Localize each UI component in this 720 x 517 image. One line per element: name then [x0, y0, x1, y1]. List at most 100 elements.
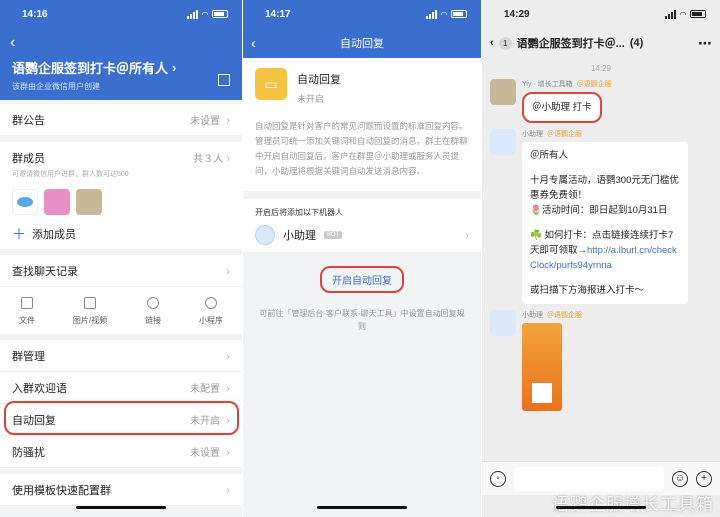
poster-image[interactable]: [522, 323, 562, 411]
chat-screen: 14:29 ◠ ‹ 1 语鹦企服签到打卡＠... (4) ⋯ 14:29 Yiy…: [482, 0, 720, 517]
robot-avatar[interactable]: [490, 129, 516, 155]
wifi-icon: ◠: [440, 9, 447, 19]
chat-header: ‹ 1 语鹦企服签到打卡＠... (4) ⋯: [482, 28, 720, 58]
home-indicator: [76, 506, 166, 509]
tool-file[interactable]: 文件: [19, 297, 35, 326]
back-icon[interactable]: ‹: [10, 34, 15, 52]
announcement-row[interactable]: 群公告 未设置 ›: [0, 104, 242, 136]
chat-title: 语鹦企服签到打卡＠...: [516, 38, 625, 50]
members-section: 群成员 共３人 › 可邀请微信用户进群，群人数可达500 ＋添加成员: [0, 142, 242, 249]
more-icon[interactable]: ⋯: [698, 35, 712, 52]
status-bar: 14:16 ◠: [0, 0, 242, 28]
signal-icon: [664, 9, 676, 19]
avatar[interactable]: [44, 189, 70, 215]
status-icons: ◠: [425, 9, 467, 19]
message-time: 14:29: [590, 64, 612, 73]
plus-icon: ＋: [12, 226, 26, 242]
status-bar: 14:17 ◠: [243, 0, 481, 28]
tool-miniprogram[interactable]: 小程序: [199, 297, 223, 326]
sender-org: ＠语鹦企服: [547, 131, 582, 138]
battery-icon: [212, 10, 228, 18]
battery-icon: [690, 10, 706, 18]
signal-icon: [186, 9, 198, 19]
nav-bar: ‹ 自动回复: [243, 28, 481, 58]
image-icon: [84, 297, 97, 309]
add-member-button[interactable]: ＋添加成员: [0, 219, 242, 249]
auto-reply-screen: 14:17 ◠ ‹ 自动回复 ▭ 自动回复 未开启 自动回复是针对客户的常见问题…: [243, 0, 481, 517]
folder-icon: [20, 297, 33, 309]
watermark: 语鹦企服增长工具箱: [552, 495, 714, 514]
group-creator-note: 该群由企业微信用户创建: [12, 82, 100, 91]
status-bar: 14:29 ◠: [482, 0, 720, 28]
group-settings-screen: 14:16 ◠ ‹ 语鹦企服签到打卡＠所有人 › 该群由企业微信用户创建 群公告 …: [0, 0, 242, 517]
message: 小助理 ＠语鹦企服 ＠所有人 十月专属活动，语鹦300元无门槛优惠券免费领！ 🌷活…: [482, 129, 720, 304]
tool-media[interactable]: 图片/视频: [73, 297, 107, 326]
message: 小助理 ＠语鹦企服: [482, 310, 720, 411]
welcome-message-row[interactable]: 入群欢迎语 未配置 ›: [0, 372, 242, 404]
signal-icon: [425, 9, 437, 19]
home-indicator: [556, 506, 646, 509]
group-header: 14:16 ◠ ‹ 语鹦企服签到打卡＠所有人 › 该群由企业微信用户创建: [0, 0, 242, 100]
chevron-right-icon: ›: [226, 112, 230, 127]
chevron-right-icon: ›: [172, 60, 177, 75]
status-icons: ◠: [186, 9, 228, 19]
template-config-row[interactable]: 使用模板快速配置群 ›: [0, 474, 242, 506]
message-input[interactable]: [514, 466, 664, 491]
battery-icon: [451, 10, 467, 18]
back-icon[interactable]: ‹: [490, 37, 494, 49]
member-count: (4): [629, 37, 644, 49]
chevron-right-icon: ›: [226, 263, 230, 278]
robot-avatar[interactable]: [490, 310, 516, 336]
chevron-right-icon: ›: [226, 348, 230, 363]
robot-avatar: [255, 225, 275, 245]
emoji-icon[interactable]: ☺: [672, 470, 688, 487]
message-bubble[interactable]: ＠小助理 打卡: [522, 92, 602, 123]
highlight-box: [4, 401, 239, 435]
home-indicator: [317, 506, 407, 509]
link-icon: [147, 297, 160, 309]
wifi-icon: ◠: [679, 9, 686, 19]
group-name[interactable]: 语鹦企服签到打卡＠所有人 ›: [0, 58, 242, 77]
auto-reply-icon: ▭: [255, 68, 287, 100]
miniprogram-icon: [205, 297, 218, 309]
footer-note: 可前往「管理后台-客户联系-聊天工具」中设置自动回复规则: [259, 309, 465, 331]
sender-org: ＠语鹦企服: [547, 312, 582, 319]
enable-auto-reply-button[interactable]: 开启自动回复: [320, 266, 404, 293]
chevron-right-icon: ›: [226, 380, 230, 395]
page-title: 自动回复: [340, 38, 384, 50]
avatar[interactable]: [12, 189, 38, 215]
voice-icon[interactable]: ◦: [490, 470, 506, 487]
message-bubble[interactable]: ＠所有人 十月专属活动，语鹦300元无门槛优惠券免费领！ 🌷活动时间：即日起到1…: [522, 142, 688, 304]
chevron-right-icon: ›: [465, 228, 469, 242]
members-row[interactable]: 群成员 共３人 ›: [12, 150, 230, 166]
sender-name: 小助理: [522, 131, 543, 138]
chevron-right-icon: ›: [226, 482, 230, 497]
group-manage-row[interactable]: 群管理 ›: [0, 340, 242, 372]
status-time: 14:16: [22, 8, 48, 20]
sender-name: 小助理: [522, 312, 543, 319]
search-history-row[interactable]: 查找聊天记录 ›: [0, 255, 242, 287]
message: Yiy · 增长工具箱 ＠语鹦企服 ＠小助理 打卡: [482, 79, 720, 123]
anti-spam-row[interactable]: 防骚扰 未设置 ›: [0, 436, 242, 468]
robots-label: 开启后将添加以下机器人: [255, 208, 343, 217]
wifi-icon: ◠: [201, 9, 208, 19]
chevron-right-icon: ›: [226, 444, 230, 459]
tool-link[interactable]: 链接: [145, 297, 161, 326]
status-time: 14:29: [504, 8, 530, 20]
chevron-right-icon: ›: [226, 151, 230, 165]
plus-icon[interactable]: +: [696, 470, 712, 487]
unread-count: 1: [498, 36, 512, 50]
feature-description: 自动回复是针对客户的常见问题而设置的标准回复内容。管理员可统一添加关键词和自动回…: [243, 115, 481, 191]
bot-tag: BOT: [324, 231, 343, 239]
qr-code-icon[interactable]: [218, 74, 230, 86]
status-icons: ◠: [664, 9, 706, 19]
avatar[interactable]: [76, 189, 102, 215]
feature-state: 未开启: [297, 94, 325, 104]
sender-name: Yiy · 增长工具箱: [522, 81, 573, 88]
sender-org: ＠语鹦企服: [576, 81, 612, 88]
robot-row[interactable]: 小助理 BOT ›: [255, 218, 469, 252]
back-icon[interactable]: ‹: [251, 35, 256, 52]
status-time: 14:17: [265, 8, 291, 20]
feature-name: 自动回复: [297, 74, 341, 86]
avatar[interactable]: [490, 79, 516, 105]
